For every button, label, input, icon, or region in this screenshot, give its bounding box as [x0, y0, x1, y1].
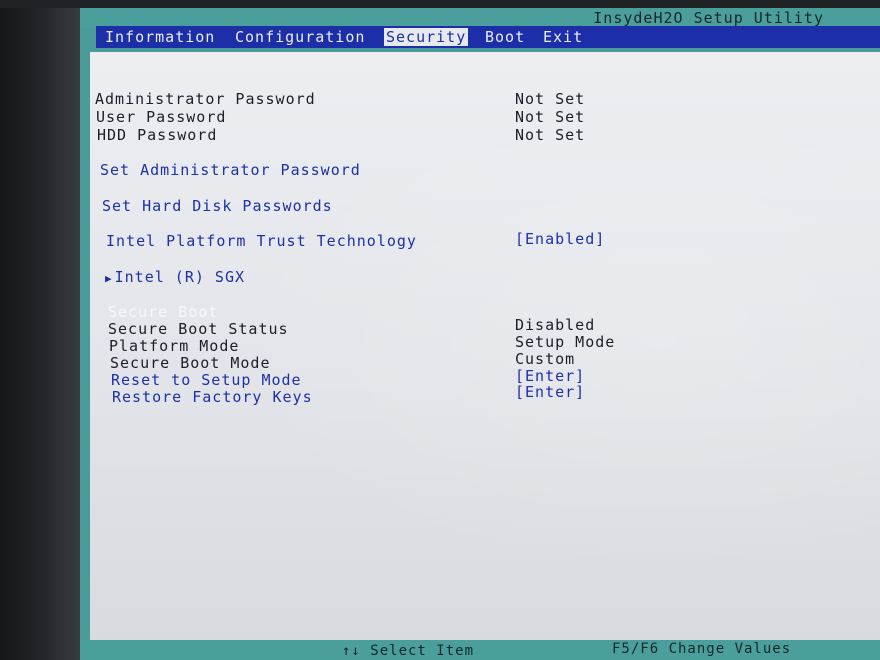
restore-factory-keys-item[interactable]: Restore Factory Keys: [112, 388, 313, 406]
security-panel: Administrator Password Not Set User Pass…: [90, 52, 880, 648]
set-admin-password-item[interactable]: Set Administrator Password: [100, 161, 361, 179]
ptt-item[interactable]: Intel Platform Trust Technology: [106, 232, 417, 250]
tab-configuration[interactable]: Configuration: [235, 28, 365, 46]
set-hdd-passwords-item[interactable]: Set Hard Disk Passwords: [102, 197, 333, 215]
monitor-bezel: [0, 0, 82, 660]
secure-boot-status-label: Secure Boot Status: [108, 320, 289, 338]
hdd-password-label: HDD Password: [97, 126, 218, 144]
menu-bar: Information Configuration Security Boot …: [96, 26, 880, 48]
admin-password-value: Not Set: [515, 90, 586, 108]
monitor-bezel-top: [0, 0, 880, 8]
tab-exit[interactable]: Exit: [543, 28, 583, 46]
sgx-submenu-item[interactable]: ▶ Intel (R) SGX: [105, 268, 245, 286]
restore-factory-keys-value[interactable]: [Enter]: [515, 383, 585, 401]
title-bar: InsydeH2O Setup Utility: [80, 8, 880, 28]
hdd-password-value: Not Set: [515, 126, 586, 144]
user-password-value: Not Set: [515, 108, 586, 126]
ptt-value[interactable]: [Enabled]: [515, 230, 605, 248]
bios-screen: InsydeH2O Setup Utility Information Conf…: [80, 8, 880, 660]
user-password-label: User Password: [96, 108, 227, 126]
secure-boot-header: Secure Boot: [108, 303, 219, 321]
platform-mode-value: Setup Mode: [515, 333, 616, 351]
tab-boot[interactable]: Boot: [485, 28, 525, 46]
help-bar: ↑↓ Select Item F5/F6 Change Values: [80, 640, 880, 660]
tab-information[interactable]: Information: [105, 28, 215, 46]
submenu-arrow-icon: ▶: [105, 272, 113, 285]
reset-setup-mode-item[interactable]: Reset to Setup Mode: [111, 371, 302, 389]
sgx-label: Intel (R) SGX: [114, 268, 246, 286]
change-values-hint: F5/F6 Change Values: [612, 641, 792, 657]
secure-boot-mode-label: Secure Boot Mode: [110, 354, 271, 372]
tab-security[interactable]: Security: [384, 28, 469, 46]
select-item-hint: ↑↓ Select Item: [342, 643, 475, 659]
secure-boot-status-value: Disabled: [515, 316, 596, 334]
admin-password-label: Administrator Password: [95, 90, 316, 108]
secure-boot-mode-value: Custom: [515, 350, 576, 368]
platform-mode-label: Platform Mode: [109, 337, 240, 355]
app-title: InsydeH2O Setup Utility: [593, 9, 824, 27]
